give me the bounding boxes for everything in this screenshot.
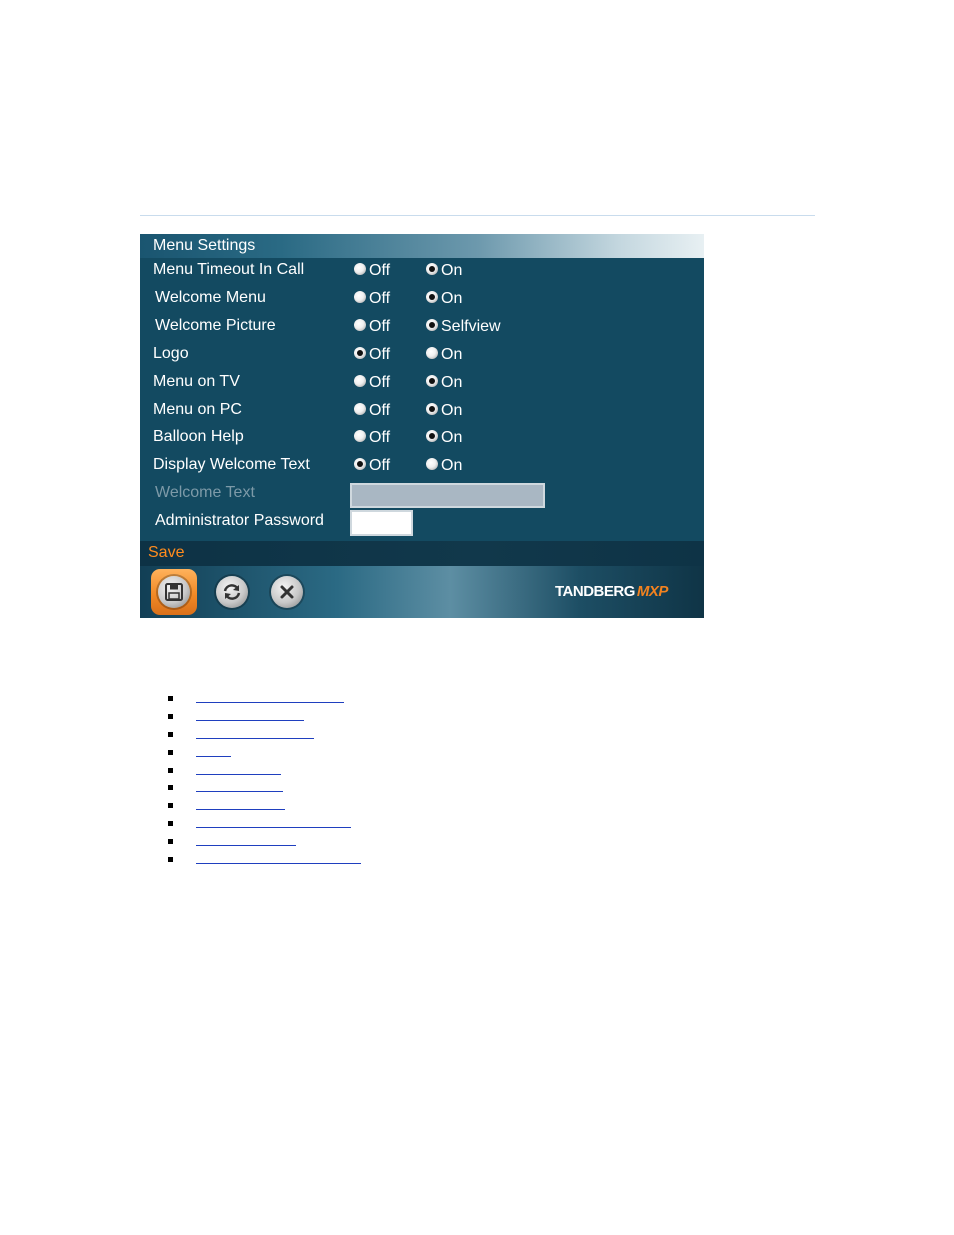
floppy-disk-glyph-icon xyxy=(165,583,183,601)
bullet-icon xyxy=(168,785,173,791)
radio-on[interactable]: On xyxy=(426,374,462,394)
radio-button-selected-icon[interactable] xyxy=(426,375,438,387)
radio-on[interactable]: On xyxy=(426,429,462,449)
radio-button-icon[interactable] xyxy=(354,291,366,303)
save-label: Save xyxy=(148,544,185,561)
radio-button-icon[interactable] xyxy=(354,375,366,387)
setting-row-display-welcome-text: Display Welcome Text Off On xyxy=(140,453,704,479)
setting-row-balloon-help: Balloon Help Off On xyxy=(140,425,704,451)
setting-label: Logo xyxy=(153,345,189,362)
radio-button-selected-icon[interactable] xyxy=(426,263,438,275)
refresh-button[interactable] xyxy=(209,569,255,615)
save-status-bar: Save xyxy=(140,541,704,566)
link[interactable] xyxy=(196,702,344,703)
section-divider xyxy=(140,215,815,216)
administrator-password-label: Administrator Password xyxy=(155,512,324,529)
bullet-icon xyxy=(168,821,173,827)
setting-row-administrator-password: Administrator Password xyxy=(140,509,704,535)
setting-label: Menu on TV xyxy=(153,373,240,390)
bullet-icon xyxy=(168,767,173,773)
radio-off[interactable]: Off xyxy=(354,429,390,449)
tandberg-mxp-logo: TANDBERG MXP xyxy=(555,583,668,600)
link[interactable] xyxy=(196,737,314,739)
radio-off[interactable]: Off xyxy=(354,346,390,366)
radio-off[interactable]: Off xyxy=(354,374,390,394)
bullet-icon xyxy=(168,839,173,845)
setting-label: Welcome Menu xyxy=(155,289,266,306)
panel-header: Menu Settings xyxy=(140,234,704,258)
radio-off[interactable]: Off xyxy=(354,318,390,338)
bottom-toolbar: TANDBERG MXP xyxy=(140,566,704,618)
radio-selfview[interactable]: Selfview xyxy=(426,318,501,338)
setting-row-menu-timeout-in-call: Menu Timeout In Call Off On xyxy=(140,258,704,284)
bullet-icon xyxy=(168,731,173,737)
link[interactable] xyxy=(196,773,281,775)
radio-on[interactable]: On xyxy=(426,402,462,422)
radio-button-icon[interactable] xyxy=(354,403,366,415)
radio-on[interactable]: On xyxy=(426,457,462,477)
radio-button-icon[interactable] xyxy=(426,458,438,470)
setting-row-menu-on-tv: Menu on TV Off On xyxy=(140,370,704,396)
radio-button-selected-icon[interactable] xyxy=(354,458,366,470)
close-glyph-icon xyxy=(280,585,294,599)
setting-row-logo: Logo Off On xyxy=(140,342,704,368)
refresh-glyph-icon xyxy=(223,584,241,600)
setting-row-welcome-menu: Welcome Menu Off On xyxy=(140,286,704,312)
panel-title: Menu Settings xyxy=(153,237,256,254)
setting-label: Balloon Help xyxy=(153,428,244,445)
radio-on[interactable]: On xyxy=(426,262,462,282)
link[interactable] xyxy=(196,719,304,721)
radio-button-selected-icon[interactable] xyxy=(426,430,438,442)
radio-button-selected-icon[interactable] xyxy=(354,347,366,359)
radio-button-selected-icon[interactable] xyxy=(426,403,438,415)
link[interactable] xyxy=(196,755,231,757)
setting-row-menu-on-pc: Menu on PC Off On xyxy=(140,398,704,424)
brand-name: TANDBERG xyxy=(555,583,635,600)
link[interactable] xyxy=(196,791,283,793)
radio-button-icon[interactable] xyxy=(426,347,438,359)
bullet-icon xyxy=(168,803,173,809)
radio-button-icon[interactable] xyxy=(354,319,366,331)
setting-label: Welcome Picture xyxy=(155,317,276,334)
cancel-button[interactable] xyxy=(264,569,310,615)
radio-off[interactable]: Off xyxy=(354,457,390,477)
administrator-password-input[interactable] xyxy=(350,510,413,536)
radio-on[interactable]: On xyxy=(426,290,462,310)
link[interactable] xyxy=(196,863,361,865)
setting-label: Display Welcome Text xyxy=(153,456,310,473)
bullet-icon xyxy=(168,857,173,863)
radio-button-selected-icon[interactable] xyxy=(426,291,438,303)
radio-on[interactable]: On xyxy=(426,346,462,366)
welcome-text-input[interactable] xyxy=(350,483,545,508)
brand-suffix: MXP xyxy=(636,583,669,600)
setting-label: Menu on PC xyxy=(153,401,242,418)
radio-button-icon[interactable] xyxy=(354,263,366,275)
setting-row-welcome-picture: Welcome Picture Off Selfview xyxy=(140,314,704,340)
bullet-icon xyxy=(168,749,173,755)
radio-off[interactable]: Off xyxy=(354,402,390,422)
radio-button-selected-icon[interactable] xyxy=(426,319,438,331)
bullet-icon xyxy=(168,713,173,719)
save-button[interactable] xyxy=(151,569,197,615)
radio-off[interactable]: Off xyxy=(354,262,390,282)
menu-settings-panel: Menu Settings Menu Timeout In Call Off O… xyxy=(140,234,704,618)
setting-label: Menu Timeout In Call xyxy=(153,261,305,278)
radio-off[interactable]: Off xyxy=(354,290,390,310)
bullet-icon xyxy=(168,696,173,701)
welcome-text-label: Welcome Text xyxy=(155,484,255,501)
link[interactable] xyxy=(196,809,285,811)
radio-button-icon[interactable] xyxy=(354,430,366,442)
link[interactable] xyxy=(196,845,296,847)
link[interactable] xyxy=(196,827,351,829)
